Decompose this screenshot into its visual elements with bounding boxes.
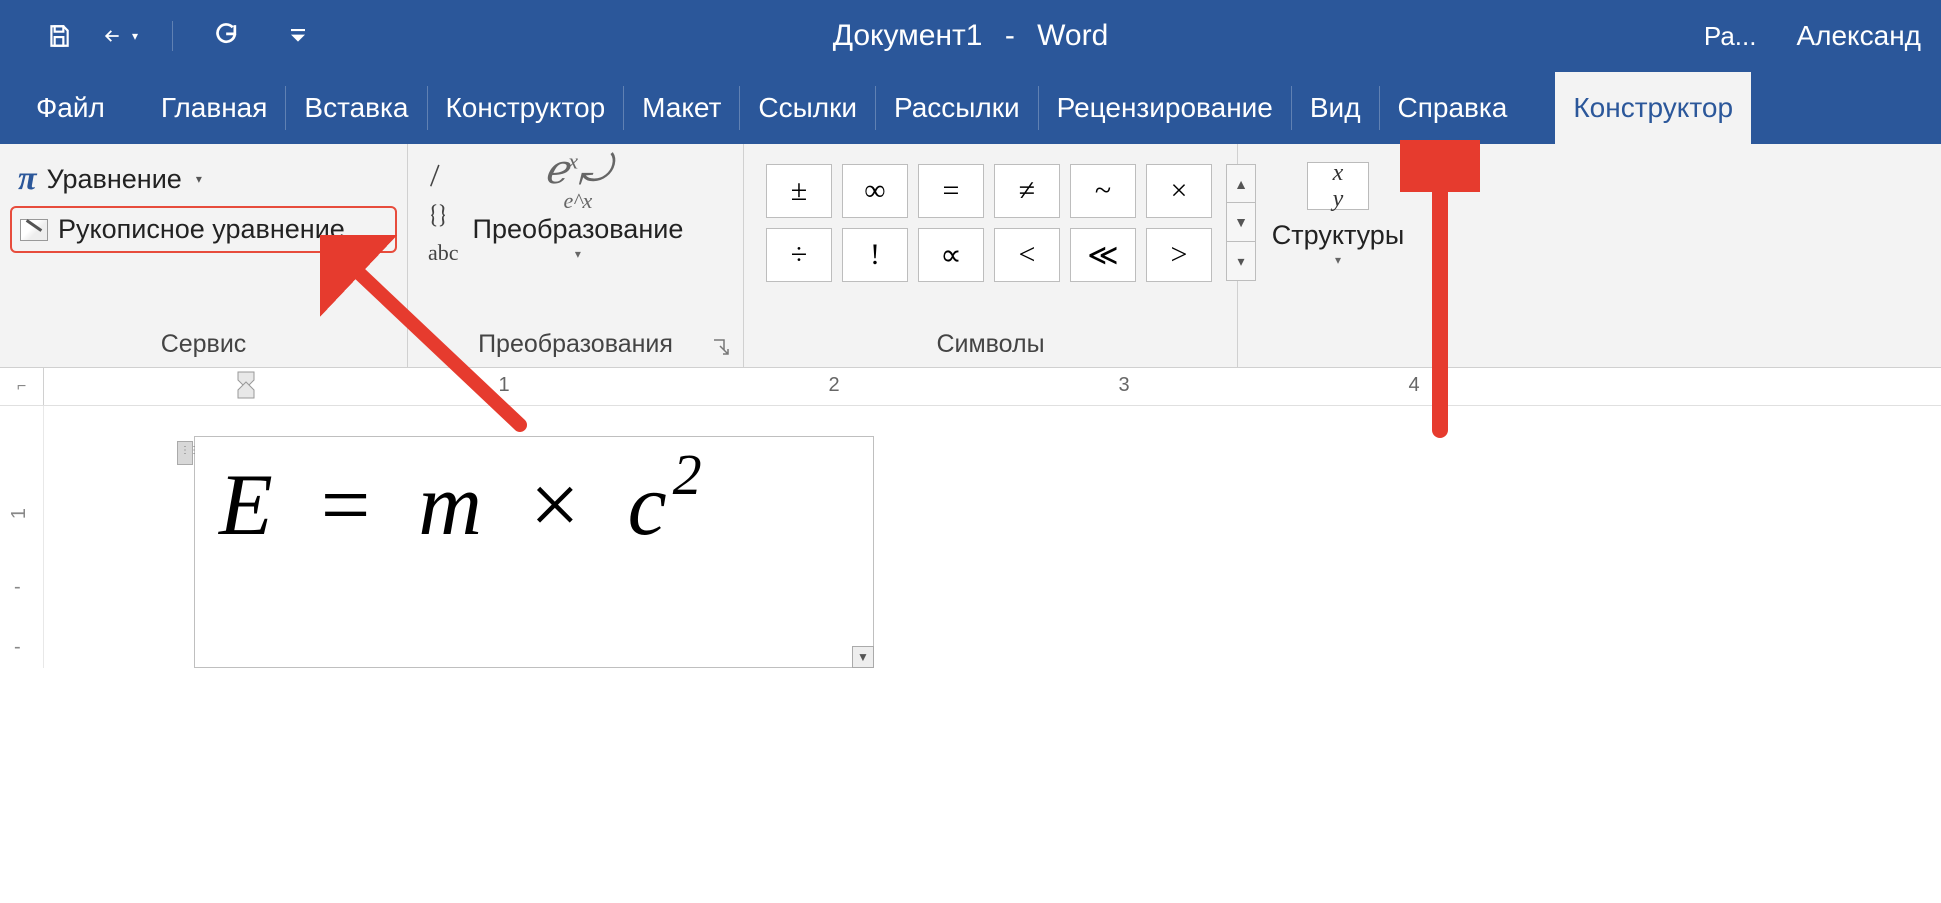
group-label-conversions: Преобразования (408, 326, 743, 367)
pi-icon: π (18, 160, 37, 198)
chevron-down-icon: ▾ (575, 247, 581, 261)
equation-dropdown[interactable]: π Уравнение ▾ (10, 156, 397, 202)
vruler-mark: 1 (8, 508, 31, 519)
document-name: Документ1 (833, 19, 983, 52)
customize-qat-button[interactable] (281, 19, 315, 53)
text-abc-button[interactable]: abc (428, 240, 459, 266)
ruler-mark: 4 (1408, 374, 1419, 397)
equation-move-handle[interactable] (177, 441, 193, 465)
app-name: Word (1037, 19, 1108, 52)
ruler-mark: 1 (498, 374, 509, 397)
equation-options-dropdown[interactable]: ▼ (852, 646, 874, 668)
chevron-down-icon (291, 29, 305, 43)
symbol-less-than[interactable]: < (994, 228, 1060, 282)
contextual-tab-name-truncated: Ра... (1704, 21, 1757, 52)
horizontal-ruler-row: ⌐ 1 2 3 4 (0, 368, 1941, 406)
redo-button[interactable] (207, 19, 241, 53)
tab-mailings[interactable]: Рассылки (876, 72, 1038, 144)
conversion-format-buttons: / {} abc (418, 150, 465, 266)
tab-file[interactable]: Файл (18, 72, 123, 144)
ribbon-group-structures: xy Структуры ▾ (1238, 144, 1438, 367)
tab-view[interactable]: Вид (1292, 72, 1379, 144)
symbol-multiply[interactable]: × (1146, 164, 1212, 218)
vertical-ruler[interactable]: 1 - - (0, 406, 44, 668)
tab-design[interactable]: Конструктор (428, 72, 624, 144)
convert-label: Преобразование (473, 214, 684, 245)
tab-equation-design[interactable]: Конструктор (1555, 72, 1751, 144)
group-label-tools: Сервис (0, 326, 407, 367)
redo-icon (211, 23, 237, 49)
titlebar-right: Ра... Александ (1704, 20, 1941, 52)
group-label-structures (1238, 326, 1438, 367)
tab-home[interactable]: Главная (143, 72, 286, 144)
tab-references[interactable]: Ссылки (740, 72, 875, 144)
tab-help[interactable]: Справка (1380, 72, 1526, 144)
undo-icon (104, 25, 126, 47)
dialog-launcher-icon (711, 337, 731, 357)
symbol-plus-minus[interactable]: ± (766, 164, 832, 218)
ribbon-group-tools: π Уравнение ▾ Рукописное уравнение Серви… (0, 144, 408, 367)
symbol-factorial[interactable]: ! (842, 228, 908, 282)
convert-dropdown[interactable]: ℯx⤾e^x Преобразование ▾ (465, 150, 700, 261)
symbol-infinity[interactable]: ∞ (842, 164, 908, 218)
ruler-mark: 3 (1118, 374, 1129, 397)
undo-button[interactable]: ▾ (104, 19, 138, 53)
save-icon (46, 23, 72, 49)
group-label-symbols: Символы (744, 326, 1237, 367)
ink-equation-button[interactable]: Рукописное уравнение (10, 206, 397, 253)
fraction-icon: xy (1307, 162, 1369, 210)
chevron-down-icon: ▾ (132, 29, 138, 43)
chevron-down-icon: ▾ (1335, 253, 1341, 267)
symbol-gallery: ± ∞ = ≠ ~ × ÷ ! ∝ < ≪ > ▲ ▼ ▾ (754, 150, 1256, 282)
chevron-down-icon: ▾ (196, 172, 202, 186)
linear-slash-button[interactable]: / (428, 160, 459, 190)
equation-label: Уравнение (47, 164, 182, 195)
symbol-much-less[interactable]: ≪ (1070, 228, 1136, 282)
user-name: Александ (1796, 20, 1921, 52)
group-launcher-conversions[interactable] (711, 337, 733, 359)
horizontal-ruler[interactable]: 1 2 3 4 (44, 368, 1941, 405)
ribbon: π Уравнение ▾ Рукописное уравнение Серви… (0, 144, 1941, 368)
quick-access-toolbar: ▾ (0, 19, 315, 53)
titlebar: ▾ Документ1 - Word Ра... Александ (0, 0, 1941, 72)
symbol-proportional[interactable]: ∝ (918, 228, 984, 282)
tab-layout[interactable]: Макет (624, 72, 739, 144)
ruler-corner[interactable]: ⌐ (0, 368, 44, 405)
qat-separator (172, 21, 173, 51)
document-area: 1 - - E = m × c2 ▼ (0, 406, 1941, 668)
page[interactable]: E = m × c2 ▼ (44, 406, 874, 668)
ribbon-group-conversions: / {} abc ℯx⤾e^x Преобразование ▾ Преобра… (408, 144, 744, 367)
equation-content[interactable]: E = m × c2 (195, 437, 873, 560)
symbol-divide[interactable]: ÷ (766, 228, 832, 282)
tab-review[interactable]: Рецензирование (1039, 72, 1291, 144)
ruler-mark: 2 (828, 374, 839, 397)
symbol-greater-than[interactable]: > (1146, 228, 1212, 282)
structures-dropdown[interactable]: xy Структуры ▾ (1252, 150, 1424, 267)
indent-marker-icon[interactable] (234, 370, 258, 400)
symbol-tilde[interactable]: ~ (1070, 164, 1136, 218)
braces-button[interactable]: {} (428, 200, 459, 230)
ink-equation-label: Рукописное уравнение (58, 214, 345, 245)
title-separator: - (1005, 19, 1015, 52)
ink-equation-icon (20, 219, 48, 241)
ribbon-group-symbols: ± ∞ = ≠ ~ × ÷ ! ∝ < ≪ > ▲ ▼ ▾ (744, 144, 1238, 367)
symbol-not-equal[interactable]: ≠ (994, 164, 1060, 218)
window-title: Документ1 - Word (833, 19, 1109, 53)
symbol-equals[interactable]: = (918, 164, 984, 218)
equation-object[interactable]: E = m × c2 ▼ (194, 436, 874, 668)
save-button[interactable] (42, 19, 76, 53)
convert-icon: ℯx⤾e^x (545, 150, 612, 212)
ribbon-tabstrip: Файл Главная Вставка Конструктор Макет С… (0, 72, 1941, 144)
tab-insert[interactable]: Вставка (286, 72, 426, 144)
structures-label: Структуры (1272, 220, 1404, 251)
